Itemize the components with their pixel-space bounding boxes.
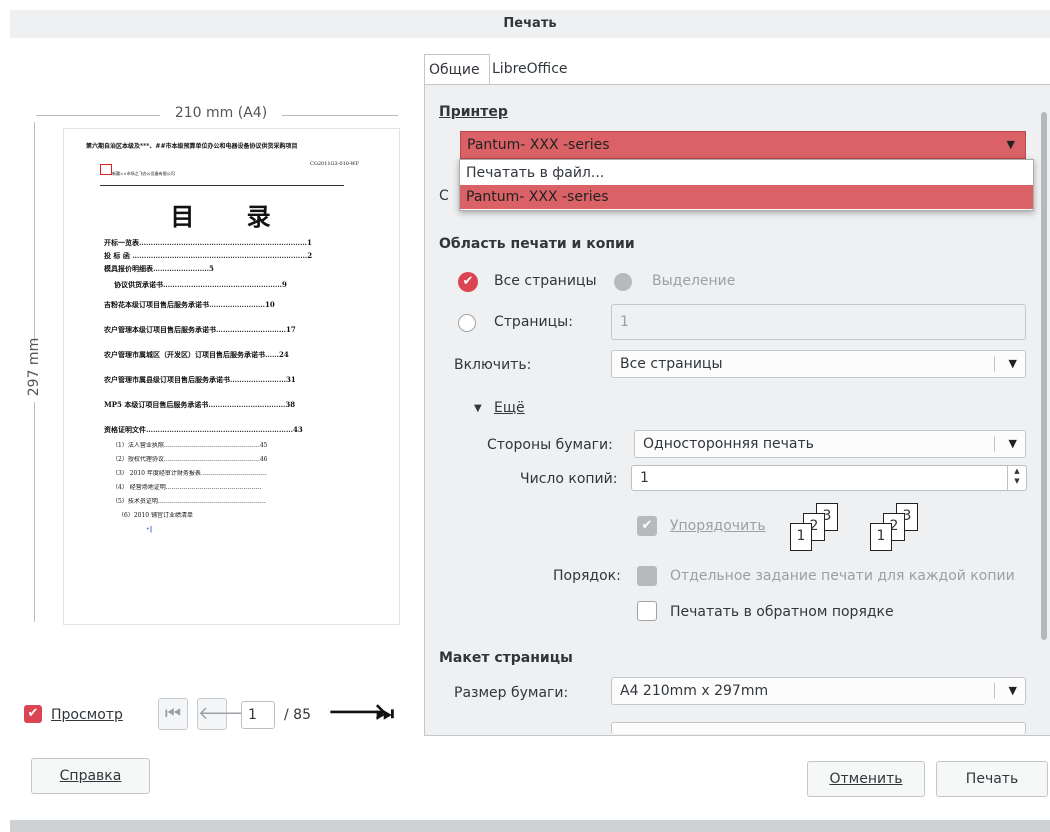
pages-radio[interactable]: [458, 314, 476, 332]
preview-label[interactable]: Просмотр: [51, 707, 123, 723]
copies-label: Число копий:: [520, 471, 618, 487]
printer-option-file[interactable]: Печатать в файл...: [460, 161, 1033, 185]
dropdown-arrow-icon: ▼: [1008, 684, 1017, 697]
all-pages-label[interactable]: Все страницы: [494, 273, 597, 289]
layout-section-title: Макет страницы: [439, 650, 573, 666]
prev-page-icon: 🡐: [198, 703, 247, 724]
separate-jobs-checkbox[interactable]: [637, 566, 657, 586]
last-page-button[interactable]: ⏭: [370, 698, 400, 730]
checkmark-icon: ✔: [641, 518, 653, 533]
height-dimension: 297 mm: [24, 122, 46, 622]
toc-row: 开标一览表………………………………………………………………1: [104, 239, 312, 247]
doc-logo: [100, 164, 112, 175]
toc-row: 农户管理市属县级订项目售后服务承诺书……………………31: [104, 376, 296, 384]
toc-subrow: （5）技术员证明………………………………………………: [112, 498, 266, 505]
collate-icon: 3 2 1: [790, 503, 842, 551]
prev-page-button[interactable]: 🡐: [197, 698, 246, 730]
expand-triangle-icon[interactable]: ▼: [474, 403, 482, 414]
preview-checkbox[interactable]: ✔: [24, 705, 42, 723]
separate-jobs-label[interactable]: Отдельное задание печати для каждой копи…: [670, 568, 1015, 584]
spin-buttons[interactable]: ▲ ▼: [1007, 466, 1026, 490]
toc-row: MP5 本级订项目售后服务承诺书……………………………38: [104, 401, 296, 409]
collate-checkbox[interactable]: ✔: [637, 516, 657, 536]
toc-row: 农户管理市属城区（开发区）订项目售后服务承诺书……24: [104, 351, 289, 359]
tab-general[interactable]: Общие: [424, 54, 490, 85]
selection-label[interactable]: Выделение: [652, 273, 735, 289]
toc-subrow: •‖: [146, 526, 153, 533]
pages-input[interactable]: 1: [611, 304, 1026, 340]
next-combo-partial[interactable]: [611, 722, 1026, 734]
help-button[interactable]: Справка: [31, 758, 150, 794]
page-preview: 第六期自治区本级及***、##市本级预算单位办公和电器设备协议供货采购项目 CG…: [63, 128, 400, 625]
toc-row: 资格证明文件………………………………………………………43: [104, 426, 303, 434]
collate-icon: 3 2 1: [870, 503, 922, 551]
paper-size-label: Размер бумаги:: [454, 685, 569, 701]
doc-toc: 开标一览表………………………………………………………………1 投 标 函 …………: [104, 239, 359, 534]
first-page-button[interactable]: ⏮: [158, 698, 188, 730]
toc-row: 农户管理本级订项目售后服务承诺书…………………………17: [104, 326, 296, 334]
collate-sheet: 1: [870, 523, 892, 551]
first-page-icon: ⏮: [164, 703, 182, 724]
last-page-icon: ⏭: [376, 701, 394, 725]
doc-header: 第六期自治区本级及***、##市本级预算单位办公和电器设备协议供货采购项目: [86, 143, 298, 150]
selection-radio[interactable]: [614, 273, 632, 291]
dropdown-arrow-icon: ▼: [1008, 357, 1017, 370]
printer-combo[interactable]: Pantum- XXX -series ▼: [460, 131, 1026, 159]
collate-label[interactable]: Упорядочить: [670, 518, 766, 534]
printer-combo-value: Pantum- XXX -series: [467, 137, 610, 153]
include-combo[interactable]: Все страницы ▼: [611, 350, 1026, 378]
printer-section-title: Принтер: [439, 104, 508, 120]
pages-label[interactable]: Страницы:: [494, 314, 573, 330]
reverse-order-checkbox[interactable]: [637, 601, 657, 621]
range-section-title: Область печати и копии: [439, 236, 635, 252]
window-bottom-edge: [10, 820, 1050, 832]
more-expander[interactable]: Ещё: [494, 400, 525, 416]
copies-value: 1: [640, 470, 649, 486]
sides-combo[interactable]: Односторонняя печать ▼: [634, 430, 1026, 458]
doc-rule: [100, 185, 344, 186]
paper-size-combo[interactable]: A4 210mm x 297mm ▼: [611, 677, 1026, 705]
toc-subrow: （3） 2010 年度经审计财务报表……………………………: [112, 470, 267, 477]
checkmark-icon: ✔: [462, 274, 474, 289]
toc-row: 模具报价明细表……………………5: [104, 265, 214, 273]
hidden-label-fragment: С: [439, 188, 449, 204]
dropdown-arrow-icon: ▼: [1008, 437, 1017, 450]
print-button[interactable]: Печать: [936, 761, 1048, 797]
checkmark-icon: ✔: [27, 706, 39, 721]
next-page-button[interactable]: 🡒: [328, 698, 387, 730]
toc-row: 协议供货承诺书……………………………………………9: [114, 281, 287, 289]
doc-title: 目 录: [170, 202, 293, 231]
paper-size-value: A4 210mm x 297mm: [620, 683, 769, 699]
collate-sheet: 1: [790, 523, 812, 551]
reverse-order-label[interactable]: Печатать в обратном порядке: [670, 604, 894, 620]
cancel-button[interactable]: Отменить: [807, 761, 925, 797]
toc-subrow: （6）2010 铺宫订业绩清单: [118, 512, 193, 519]
toc-row: 吉粉花本级订项目售后服务承诺书……………………10: [104, 301, 275, 309]
width-label: 210 mm (A4): [174, 105, 268, 121]
window-title: Печать: [10, 10, 1050, 38]
all-pages-radio[interactable]: ✔: [458, 272, 478, 292]
page-number-input[interactable]: 1: [241, 701, 275, 729]
include-combo-value: Все страницы: [620, 356, 723, 372]
toc-subrow: （1）法人营业执照…………………………………………45: [112, 442, 268, 449]
toc-subrow: （2）授权代理协议…………………………………………46: [112, 456, 268, 463]
tab-writer[interactable]: LibreOffice Writer: [488, 54, 572, 107]
doc-company: 新疆××市场之飞办公设备有限公司: [112, 171, 175, 176]
width-dimension: 210 mm (A4): [36, 105, 398, 125]
height-label: 297 mm: [26, 337, 42, 397]
sides-label: Стороны бумаги:: [487, 437, 613, 453]
toc-row: 投 标 函 …………………………………………………………………2: [104, 252, 313, 260]
printer-option-pantum[interactable]: Pantum- XXX -series: [460, 185, 1033, 209]
doc-code: CG2011G3-010-WF: [310, 161, 359, 167]
copies-spinbox[interactable]: 1 ▲ ▼: [631, 465, 1027, 491]
printer-dropdown-list: Печатать в файл... Pantum- XXX -series: [459, 159, 1034, 211]
include-label: Включить:: [454, 357, 532, 373]
dropdown-arrow-icon: ▼: [1006, 138, 1015, 151]
order-label: Порядок:: [553, 568, 621, 584]
scrollbar[interactable]: [1041, 112, 1047, 640]
toc-subrow: （4） 经营场地证明…………………………………………: [112, 484, 262, 491]
sides-combo-value: Односторонняя печать: [643, 436, 814, 452]
page-total: / 85: [284, 707, 311, 723]
